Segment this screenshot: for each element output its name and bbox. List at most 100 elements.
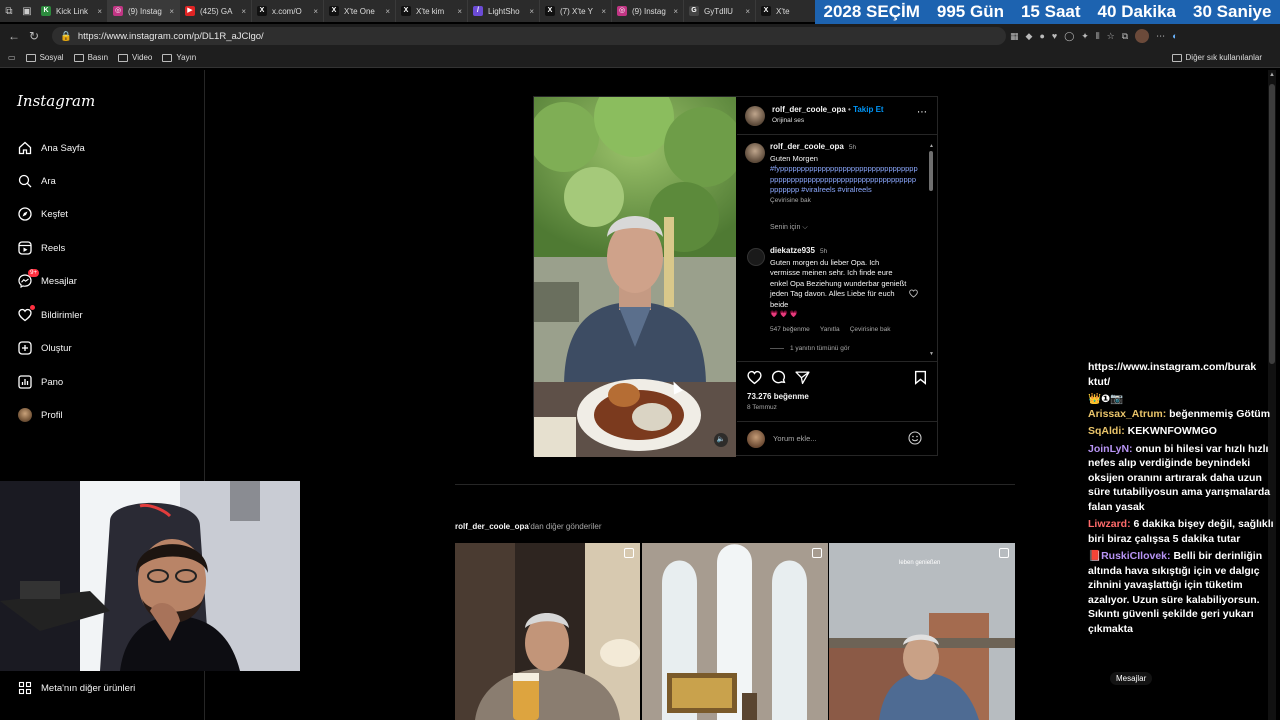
tab-close-icon[interactable]: ×	[673, 7, 678, 16]
tab-close-icon[interactable]: ×	[457, 7, 462, 16]
mute-button[interactable]: 🔈	[714, 433, 728, 447]
reload-button[interactable]: ↻	[24, 29, 44, 43]
browser-tab[interactable]: ▶ (425) GA ×	[180, 0, 252, 22]
post-actions: 73.276 beğenme 8 Temmuz	[737, 361, 937, 417]
emoji-icon[interactable]	[908, 431, 922, 450]
nav-explore[interactable]: Keşfet	[17, 204, 68, 224]
profile-avatar[interactable]	[1135, 29, 1150, 43]
nav-meta-products[interactable]: Meta'nın diğer ürünleri	[17, 678, 135, 698]
comment-input[interactable]: Yorum ekle...	[773, 434, 817, 443]
profile-avatar-icon	[17, 407, 33, 423]
messenger-icon: 9+	[17, 269, 39, 289]
more-posts-username[interactable]: rolf_der_coole_opa	[455, 522, 529, 531]
tab-close-icon[interactable]: ×	[385, 7, 390, 16]
browser-tab[interactable]: G GyTdllU ×	[684, 0, 756, 22]
instagram-logo[interactable]: Instagram	[17, 92, 95, 110]
browser-tab[interactable]: / LightSho ×	[468, 0, 540, 22]
commenter-username[interactable]: diekatze935	[770, 246, 815, 255]
nav-messages[interactable]: 9+ Mesajlar	[17, 269, 77, 291]
extension-icon[interactable]: ◆	[1026, 31, 1033, 42]
comment-translate[interactable]: Çevirisine bak	[850, 326, 891, 333]
like-button[interactable]	[747, 370, 762, 390]
tab-close-icon[interactable]: ×	[745, 7, 750, 16]
copilot-icon[interactable]: ◐	[1172, 31, 1177, 41]
comment-reply-button[interactable]: Yanıtla	[820, 326, 840, 333]
follow-button[interactable]: Takip Et	[853, 105, 884, 114]
nav-search[interactable]: Ara	[17, 171, 56, 191]
author-avatar[interactable]	[745, 106, 765, 126]
author-username[interactable]: rolf_der_coole_opa	[772, 105, 846, 114]
nav-profile[interactable]: Profil	[17, 405, 63, 425]
nav-label: Pano	[41, 376, 64, 388]
browser-toolbar-icons: ▦ ◆ ● ♥ ◯ ✦ ⫴ ☆ ⧉ ⋯ ◐	[1010, 28, 1178, 44]
extension-icon[interactable]: ♥	[1052, 31, 1057, 41]
post-thumbnail[interactable]	[642, 543, 828, 720]
extension-icon[interactable]: ◯	[1064, 31, 1074, 42]
other-bookmarks-folder[interactable]: Diğer sık kullanılanlar	[1171, 53, 1262, 62]
browser-tab[interactable]: Xx.com/O ×	[252, 0, 324, 22]
tab-favicon-icon: ▶	[185, 6, 195, 16]
post-thumbnail[interactable]: leben genießen	[829, 543, 1015, 720]
favorites-icon[interactable]: ☆	[1107, 31, 1115, 42]
extension-icon[interactable]: ●	[1039, 31, 1044, 41]
lock-icon: 🔒	[60, 30, 72, 42]
browser-tab[interactable]: X X'te One ×	[324, 0, 396, 22]
nav-reels[interactable]: Reels	[17, 238, 65, 258]
audio-label[interactable]: Orijinal ses	[772, 117, 804, 124]
caption-translate[interactable]: Çevirisine bak	[770, 196, 920, 207]
view-replies[interactable]: 1 yanıtın tümünü gör	[770, 345, 850, 352]
comment-likes[interactable]: 547 beğenme	[770, 326, 810, 333]
bookmark-folder-video[interactable]: Video	[118, 53, 152, 62]
caption-avatar[interactable]	[745, 143, 765, 163]
caption-hashtags[interactable]: #fyppppppppppppppppppppppppppppppppppppp…	[770, 164, 920, 196]
reels-icon	[17, 240, 33, 256]
for-you-toggle[interactable]: Senin için ⌵	[770, 224, 808, 232]
tab-close-icon[interactable]: ×	[97, 7, 102, 16]
share-button[interactable]	[795, 370, 810, 390]
collections-icon[interactable]: ⧉	[1122, 31, 1128, 42]
save-button[interactable]	[914, 370, 927, 390]
url-field[interactable]: 🔒 https://www.instagram.com/p/DL1R_aJClg…	[52, 27, 1006, 45]
bookmark-folder-basin[interactable]: Basın	[73, 53, 108, 62]
browser-tab[interactable]: X X'te kim ×	[396, 0, 468, 22]
countdown-label: SEÇİM	[866, 2, 920, 21]
nav-notifications[interactable]: Bildirimler	[17, 305, 83, 325]
extension-icon[interactable]: ▦	[1010, 31, 1019, 42]
tab-label: (7) X'te Y	[560, 6, 593, 16]
post-thumbnail[interactable]	[455, 543, 640, 720]
commenter-avatar[interactable]	[747, 248, 765, 266]
more-options-icon[interactable]: ⋯	[917, 107, 927, 118]
split-screen-icon[interactable]: ⫴	[1096, 31, 1100, 42]
browser-tab[interactable]: K Kick Link ×	[36, 0, 108, 22]
tab-close-icon[interactable]: ×	[601, 7, 606, 16]
like-count[interactable]: 73.276 beğenme	[747, 392, 809, 401]
tab-close-icon[interactable]: ×	[313, 7, 318, 16]
messages-floating-button[interactable]: Mesajlar	[1110, 672, 1153, 685]
comments-scroll[interactable]: rolf_der_coole_opa 5h Guten Morgen #fypp…	[737, 135, 937, 361]
comment-button[interactable]	[771, 370, 786, 390]
nav-dashboard[interactable]: Pano	[17, 372, 63, 392]
back-button[interactable]: ←	[4, 29, 24, 43]
workspaces-icon[interactable]: ⧉	[0, 0, 18, 22]
browser-tab[interactable]: ◎ (9) Instag ×	[108, 0, 180, 22]
nav-home[interactable]: Ana Sayfa	[17, 138, 85, 158]
heart-icon	[17, 305, 35, 323]
caption-username[interactable]: rolf_der_coole_opa	[770, 142, 844, 151]
bookmark-folder-yayin[interactable]: Yayın	[162, 53, 196, 62]
chat-badges: 📕	[1088, 550, 1102, 562]
nav-create[interactable]: Oluştur	[17, 338, 72, 358]
tab-close-icon[interactable]: ×	[529, 7, 534, 16]
bookmark-menu-icon[interactable]: ▭	[8, 53, 16, 62]
comments-scrollbar[interactable]: ▲ ▼	[928, 143, 934, 357]
browser-tab[interactable]: ◎ (9) Instag ×	[612, 0, 684, 22]
tab-close-icon[interactable]: ×	[169, 7, 174, 16]
tab-actions-icon[interactable]: ▣	[18, 0, 36, 22]
countdown-seconds: 30	[1193, 2, 1212, 21]
bookmark-folder-sosyal[interactable]: Sosyal	[25, 53, 64, 62]
tab-close-icon[interactable]: ×	[241, 7, 246, 16]
comment-like-icon[interactable]	[909, 285, 918, 303]
more-menu-icon[interactable]: ⋯	[1156, 31, 1165, 42]
browser-tab[interactable]: X (7) X'te Y ×	[540, 0, 612, 22]
reel-video[interactable]: 🔈	[534, 97, 736, 457]
extension-icon[interactable]: ✦	[1081, 31, 1089, 42]
